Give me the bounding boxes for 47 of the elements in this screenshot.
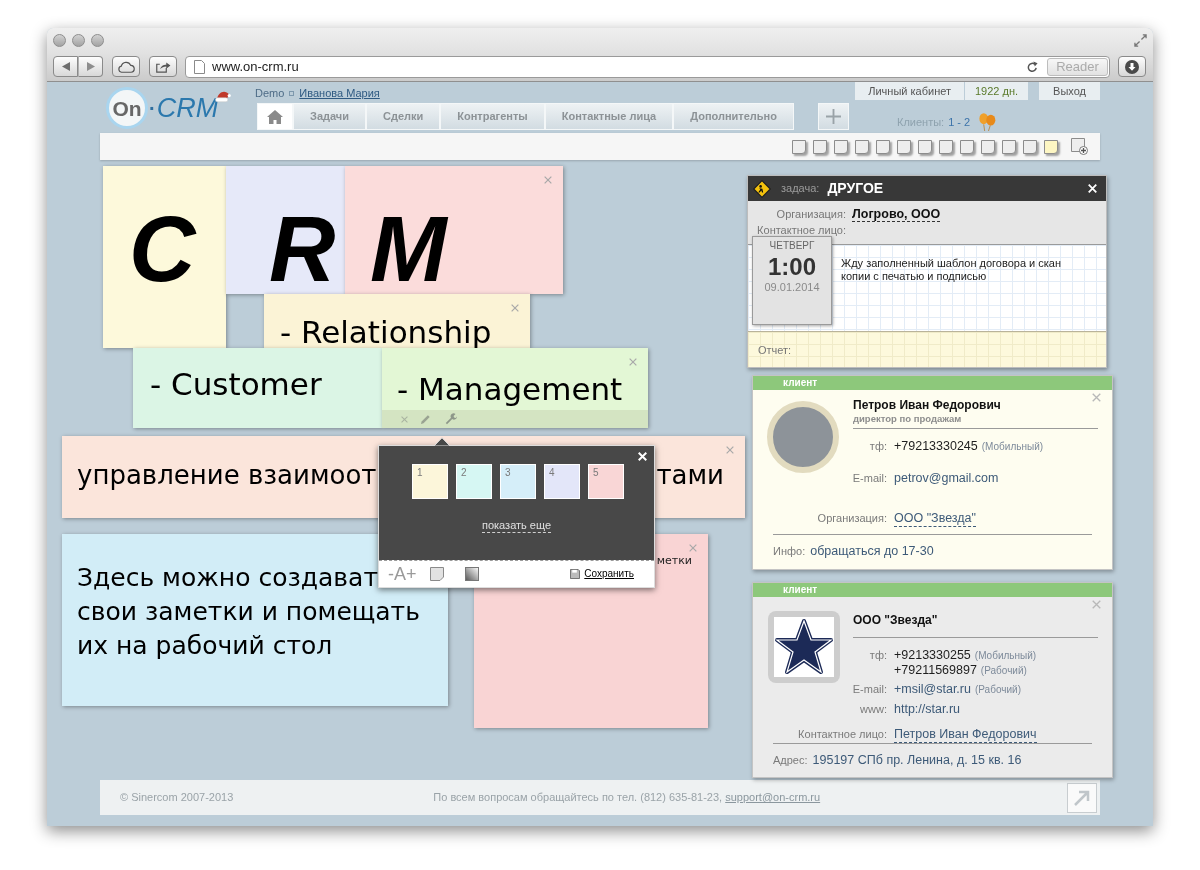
report-label: Отчет:	[758, 344, 792, 356]
field-label: E-mail:	[852, 682, 887, 697]
field-label: Контактное лицо:	[798, 727, 887, 742]
contact-type-label: (Мобильный)	[974, 649, 1037, 663]
note-text: Здесь можно создават	[77, 562, 378, 594]
field-label: Адрес:	[773, 753, 808, 768]
field-label: E-mail:	[852, 471, 887, 486]
client-name: Петров Иван Федорович	[853, 398, 1001, 413]
client-position: директор по продажам	[853, 413, 962, 425]
task-title: ДРУГОЕ	[827, 179, 884, 198]
note-text: их на рабочий стол	[77, 630, 333, 662]
note-text: управление взаимоот	[77, 462, 377, 488]
field-label: Организация:	[775, 206, 846, 222]
field-label: www:	[860, 702, 887, 717]
card-header: клиент	[753, 583, 1112, 597]
note-text: свои заметки и помещать	[77, 596, 420, 628]
field-label: тф:	[869, 439, 887, 454]
field-value: обращаться до 17-30	[810, 543, 934, 561]
card-header: клиент	[753, 376, 1112, 390]
phone-number: +79211569897	[894, 663, 977, 678]
field-value: 195197 СПб пр. Ленина, д. 15 кв. 16	[812, 752, 1022, 769]
weekday-label: ЧЕТВЕРГ	[769, 240, 815, 252]
client-name: ООО "Звезда"	[853, 613, 938, 628]
phone-number: +9213330255	[894, 648, 971, 663]
note-text: - Relationship	[280, 317, 492, 348]
copyright-text: © Sinercom 2007-2013	[120, 790, 234, 806]
date-label: 09.01.2014	[764, 281, 820, 294]
clients-range: 1 - 2	[948, 115, 971, 131]
task-description: Жду заполненный шаблон договора и скан копии с печатью и подписью	[841, 257, 1063, 283]
account-label: Demo	[255, 86, 285, 102]
task-type-label: задача:	[781, 181, 820, 197]
field-label: Контактное лицо:	[756, 222, 846, 238]
note-text: - Customer	[150, 369, 322, 400]
field-label: Инфо:	[773, 544, 806, 560]
contact-type-label: (Мобильный)	[981, 440, 1044, 454]
time-label: 1:00	[767, 254, 816, 280]
note-letter: C	[129, 197, 196, 302]
note-text: - Management	[397, 374, 623, 405]
note-text: тами	[656, 462, 724, 488]
contact-type-label: (Рабочий)	[980, 664, 1027, 678]
phone-number: +79213330245	[894, 439, 978, 454]
contact-type-label: (Рабочий)	[974, 683, 1021, 697]
contact-text: По всем вопросам обращайтесь по тел. (812) 635-81-23, support@on-crm.ru	[433, 790, 821, 806]
field-label: тф:	[869, 648, 887, 663]
note-text: метки	[656, 555, 692, 566]
days-counter: 1922 дн.	[965, 82, 1029, 100]
field-label: Организация:	[817, 511, 887, 526]
